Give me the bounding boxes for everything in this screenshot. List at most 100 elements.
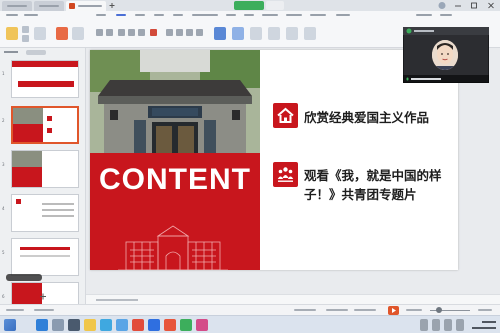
- menu-cloud-sync[interactable]: [416, 14, 432, 16]
- file-explorer-icon[interactable]: [84, 319, 96, 331]
- panel-tab-slides[interactable]: [26, 50, 46, 55]
- menu-file[interactable]: [6, 14, 18, 16]
- menu-resources[interactable]: [310, 14, 326, 16]
- weather-widget-icon[interactable]: [4, 319, 16, 331]
- minimize-icon: [455, 5, 461, 7]
- search-icon[interactable]: [52, 319, 64, 331]
- replace-icon[interactable]: [304, 27, 316, 40]
- slide-thumbnail-4[interactable]: [11, 194, 79, 232]
- menu-transitions[interactable]: [154, 14, 164, 16]
- menu-member[interactable]: [286, 14, 302, 16]
- cut-icon[interactable]: [22, 26, 29, 33]
- new-tab-button[interactable]: [108, 1, 116, 10]
- slide-thumbnail-2-selected[interactable]: [11, 106, 79, 144]
- slide-number-2: 2: [2, 118, 5, 123]
- meeting-app-icon[interactable]: [148, 319, 160, 331]
- font-icon[interactable]: [96, 29, 103, 36]
- menu-quick-tools[interactable]: [24, 14, 38, 16]
- ime-indicator[interactable]: [456, 319, 464, 331]
- wechat-icon[interactable]: [180, 319, 192, 331]
- view-mode-buttons[interactable]: [354, 309, 376, 311]
- menu-animation[interactable]: [173, 14, 183, 16]
- bullets-icon[interactable]: [196, 29, 203, 36]
- align-left-icon[interactable]: [166, 29, 173, 36]
- start-icon[interactable]: [36, 319, 48, 331]
- ppt-logo-icon: [69, 3, 75, 9]
- menu-share[interactable]: [440, 14, 452, 16]
- meeting-video-topbar: [403, 27, 489, 35]
- select-icon[interactable]: [268, 27, 280, 40]
- new-slide-icon[interactable]: [56, 27, 68, 40]
- menu-search[interactable]: [336, 14, 350, 16]
- zoom-slider-handle[interactable]: [436, 307, 442, 313]
- tab-docer[interactable]: [34, 1, 64, 11]
- slide-thumbnail-3[interactable]: [11, 150, 79, 188]
- participant-name-bar: [403, 75, 489, 83]
- panel-tab-outline[interactable]: [4, 51, 18, 53]
- paste-icon[interactable]: [6, 27, 18, 40]
- tab-home[interactable]: [2, 1, 32, 11]
- slide-number-4: 4: [2, 206, 5, 211]
- people-group-icon: [277, 167, 294, 182]
- wps-office-icon[interactable]: [132, 319, 144, 331]
- align-center-icon[interactable]: [176, 29, 183, 36]
- menu-insert[interactable]: [116, 14, 126, 16]
- slide-thumbnail-1[interactable]: [11, 60, 79, 98]
- share-pill[interactable]: [266, 1, 284, 10]
- textbox-icon[interactable]: [214, 27, 226, 40]
- system-clock[interactable]: [472, 317, 496, 333]
- notes-bar[interactable]: [86, 294, 500, 304]
- user-avatar-icon: [438, 2, 446, 9]
- presentation-app-icon[interactable]: [164, 319, 176, 331]
- menu-start[interactable]: [96, 14, 106, 16]
- add-slide-button[interactable]: [38, 292, 48, 301]
- volume-icon[interactable]: [444, 319, 452, 331]
- mic-icon: [406, 77, 409, 80]
- format-painter-icon[interactable]: [34, 27, 46, 40]
- plus-icon: [40, 293, 46, 300]
- slide-counter: [6, 309, 24, 311]
- meeting-status-pill[interactable]: [234, 1, 264, 10]
- item-2-icon-badge: [273, 162, 298, 187]
- comments-toggle[interactable]: [326, 309, 348, 311]
- menu-review[interactable]: [226, 14, 236, 16]
- copy-icon[interactable]: [22, 35, 29, 42]
- italic-icon[interactable]: [128, 29, 135, 36]
- layout-icon[interactable]: [72, 27, 84, 40]
- underline-icon[interactable]: [138, 29, 145, 36]
- slide-number-6: 6: [2, 294, 5, 299]
- menu-view[interactable]: [244, 14, 254, 16]
- item-1-icon-badge: [273, 103, 298, 128]
- fit-window-button[interactable]: [478, 309, 492, 311]
- shapes-icon[interactable]: [232, 27, 244, 40]
- participant-avatar: [432, 40, 458, 70]
- menu-developer[interactable]: [262, 14, 278, 16]
- align-right-icon[interactable]: [186, 29, 193, 36]
- minimize-button[interactable]: [452, 1, 464, 10]
- find-icon[interactable]: [286, 27, 298, 40]
- menu-design[interactable]: [135, 14, 145, 16]
- tab-active-file[interactable]: [66, 1, 106, 11]
- zoom-level: [406, 309, 422, 311]
- arrange-icon[interactable]: [250, 27, 262, 40]
- content-title: CONTENT: [99, 163, 251, 196]
- slide-canvas[interactable]: CONTENT 欣赏经典爱国主义作品 观看《我，就是中国的样子！》共青团专题片: [90, 50, 458, 270]
- beautify-button[interactable]: [294, 309, 316, 311]
- bold-icon[interactable]: [118, 29, 125, 36]
- font-size-icon[interactable]: [106, 29, 113, 36]
- close-button[interactable]: [484, 1, 498, 10]
- recording-toast: [6, 274, 42, 281]
- app-icon[interactable]: [196, 319, 208, 331]
- tray-chevron-icon[interactable]: [420, 319, 428, 331]
- font-color-icon[interactable]: [150, 29, 157, 36]
- wifi-icon[interactable]: [432, 319, 440, 331]
- task-view-icon[interactable]: [68, 319, 80, 331]
- account-button[interactable]: [436, 1, 448, 10]
- play-slideshow-button[interactable]: [388, 306, 399, 315]
- slide-thumbnail-5[interactable]: [11, 238, 79, 276]
- maximize-button[interactable]: [468, 1, 480, 10]
- mail-icon[interactable]: [116, 319, 128, 331]
- menu-slideshow[interactable]: [192, 14, 218, 16]
- edge-browser-icon[interactable]: [100, 319, 112, 331]
- slide-number-5: 5: [2, 250, 5, 255]
